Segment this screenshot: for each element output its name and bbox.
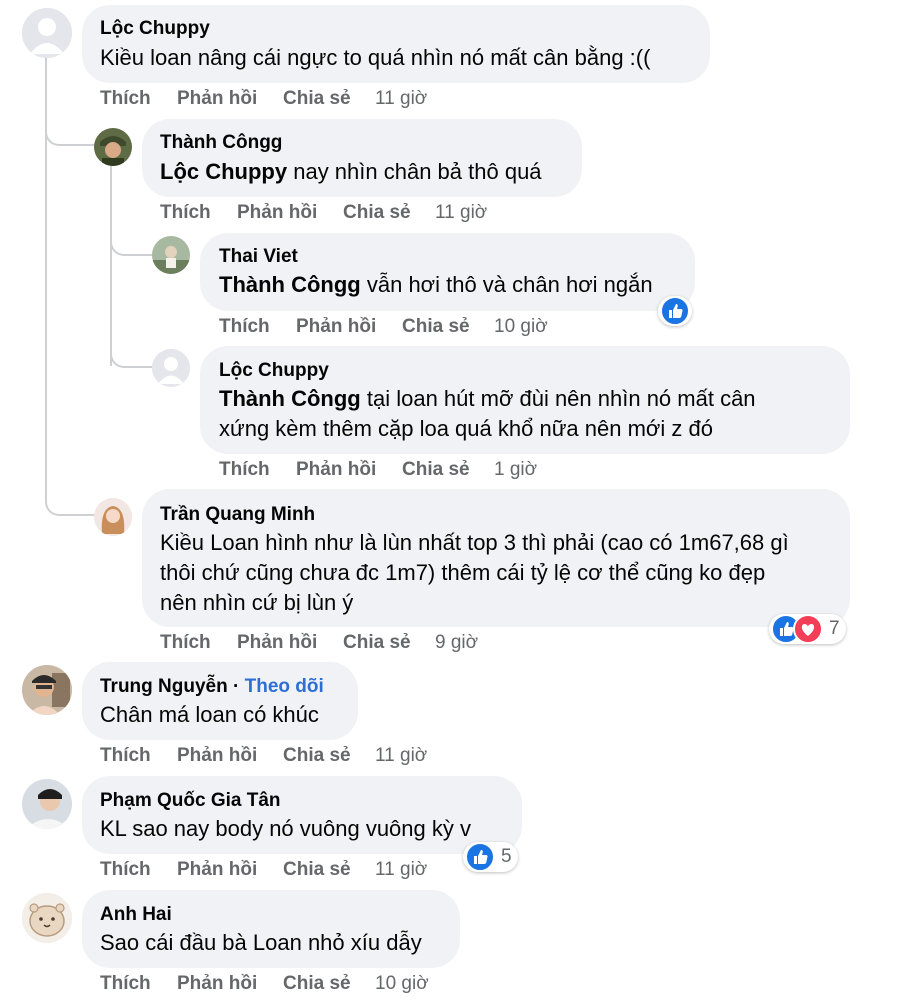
like-button[interactable]: Thích <box>100 88 151 110</box>
comment-timestamp[interactable]: 10 giờ <box>494 316 548 338</box>
comment-body: vẫn hơi thô và chân hơi ngắn <box>360 272 653 297</box>
comment-text: Thành Côngg vẫn hơi thô và chân hơi ngắn <box>219 270 653 300</box>
comment-text: Kiều loan nâng cái ngực to quá nhìn nó m… <box>100 45 651 70</box>
reaction-count: 5 <box>501 846 512 867</box>
separator-dot: · <box>233 676 240 697</box>
avatar[interactable] <box>22 779 72 829</box>
like-button[interactable]: Thích <box>160 632 211 654</box>
share-button[interactable]: Chia sẻ <box>283 973 351 995</box>
share-button[interactable]: Chia sẻ <box>402 316 470 338</box>
like-button[interactable]: Thích <box>219 459 270 481</box>
share-button[interactable]: Chia sẻ <box>343 202 411 224</box>
comment-text-line: nên nhìn cứ bị lùn ý <box>160 590 354 615</box>
avatar[interactable] <box>22 665 72 715</box>
share-button[interactable]: Chia sẻ <box>402 459 470 481</box>
like-reaction-icon <box>660 296 690 326</box>
share-button[interactable]: Chia sẻ <box>283 88 351 110</box>
comment-timestamp[interactable]: 11 giờ <box>375 88 427 110</box>
reply-button[interactable]: Phản hồi <box>296 459 376 481</box>
reply-button[interactable]: Phản hồi <box>296 316 376 338</box>
comment-timestamp[interactable]: 10 giờ <box>375 973 429 995</box>
comment-text-line: xứng kèm thêm cặp loa quá khổ nữa nên mớ… <box>219 416 713 441</box>
reaction-summary[interactable]: 7 <box>769 614 846 644</box>
thread-elbow <box>110 330 154 368</box>
author-name[interactable]: Trung Nguyễn <box>100 676 228 697</box>
comment-timestamp[interactable]: 11 giờ <box>375 859 427 881</box>
comment-timestamp[interactable]: 1 giờ <box>494 459 537 481</box>
like-button[interactable]: Thích <box>100 859 151 881</box>
reply-button[interactable]: Phản hồi <box>177 745 257 767</box>
comment-timestamp[interactable]: 11 giờ <box>435 202 487 224</box>
comment-author[interactable]: Anh Hai <box>100 904 172 926</box>
comment-timestamp[interactable]: 9 giờ <box>435 632 478 654</box>
reaction-summary[interactable] <box>658 296 692 326</box>
comment-body: nay nhìn chân bả thô quá <box>287 159 542 184</box>
reply-button[interactable]: Phản hồi <box>237 202 317 224</box>
comment-author[interactable]: Trần Quang Minh <box>160 504 315 526</box>
share-button[interactable]: Chia sẻ <box>283 745 351 767</box>
thread-elbow <box>45 460 95 516</box>
comment-author[interactable]: Phạm Quốc Gia Tân <box>100 790 281 812</box>
comment-author[interactable]: Thành Côngg <box>160 132 282 154</box>
reply-button[interactable]: Phản hồi <box>177 859 257 881</box>
comment-author[interactable]: Trung Nguyễn · Theo dõi <box>100 676 324 698</box>
like-reaction-icon <box>465 842 495 872</box>
thread-elbow <box>45 100 95 146</box>
like-button[interactable]: Thích <box>100 745 151 767</box>
like-button[interactable]: Thích <box>100 973 151 995</box>
reply-button[interactable]: Phản hồi <box>237 632 317 654</box>
mention-link[interactable]: Thành Côngg <box>219 272 361 297</box>
follow-button[interactable]: Theo dõi <box>245 676 324 697</box>
mention-link[interactable]: Lộc Chuppy <box>160 159 287 184</box>
comment-text-line: thôi chứ cũng chưa đc 1m7) thêm cái tỷ l… <box>160 560 766 585</box>
reply-button[interactable]: Phản hồi <box>177 973 257 995</box>
comment-author[interactable]: Thai Viet <box>219 246 298 268</box>
thread-elbow <box>110 220 154 256</box>
share-button[interactable]: Chia sẻ <box>343 632 411 654</box>
comment-author[interactable]: Lộc Chuppy <box>100 18 210 40</box>
avatar[interactable] <box>22 893 72 943</box>
avatar[interactable] <box>94 128 132 166</box>
avatar[interactable] <box>94 498 132 536</box>
comment-text: Sao cái đầu bà Loan nhỏ xíu dẫy <box>100 930 422 955</box>
like-button[interactable]: Thích <box>160 202 211 224</box>
comment-text: KL sao nay body nó vuông vuông kỳ v <box>100 816 471 841</box>
like-button[interactable]: Thích <box>219 316 270 338</box>
comment-text: Thành Côngg tại loan hút mỡ đùi nên nhìn… <box>219 384 756 414</box>
reaction-summary[interactable]: 5 <box>463 842 518 872</box>
comment-text: Lộc Chuppy nay nhìn chân bả thô quá <box>160 157 542 187</box>
comment-timestamp[interactable]: 11 giờ <box>375 745 427 767</box>
mention-link[interactable]: Thành Côngg <box>219 386 361 411</box>
comment-body: tại loan hút mỡ đùi nên nhìn nó mất cân <box>360 386 756 411</box>
comment-text: Kiều Loan hình như là lùn nhất top 3 thì… <box>160 530 789 555</box>
avatar[interactable] <box>152 236 190 274</box>
share-button[interactable]: Chia sẻ <box>283 859 351 881</box>
reaction-count: 7 <box>829 618 840 639</box>
love-reaction-icon <box>793 614 823 644</box>
avatar[interactable] <box>152 349 190 387</box>
comment-author[interactable]: Lộc Chuppy <box>219 360 329 382</box>
avatar[interactable] <box>22 8 72 58</box>
comment-text: Chân má loan có khúc <box>100 702 319 727</box>
reply-button[interactable]: Phản hồi <box>177 88 257 110</box>
